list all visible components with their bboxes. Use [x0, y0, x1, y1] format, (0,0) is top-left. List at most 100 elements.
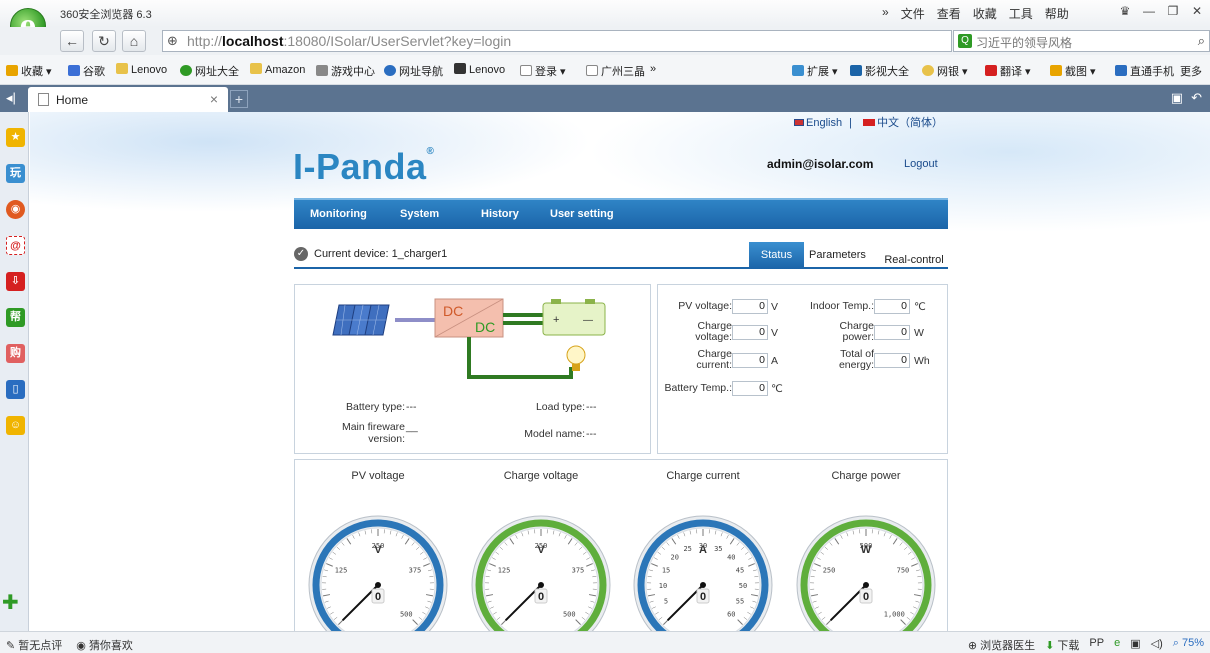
web-page: English | 中文（简体） I-Panda® admin@isolar.c…	[30, 112, 1210, 631]
fav-item[interactable]: Lenovo	[116, 63, 167, 76]
current-device-label: Current device: 1_charger1	[314, 248, 448, 260]
fav-bank[interactable]: 网银 ▾	[922, 63, 968, 79]
charge-voltage-label: Charge voltage:	[695, 320, 732, 343]
undo-icon[interactable]: ↶	[1191, 90, 1202, 106]
charge-current-field: 0	[732, 353, 768, 368]
charge-power-field: 0	[874, 325, 910, 340]
fav-item[interactable]: 游戏中心	[316, 63, 375, 79]
add-sidebar-icon[interactable]: ✚	[2, 590, 26, 618]
tab-home[interactable]: Home ×	[28, 87, 228, 112]
search-suggestion: 习近平的领导风格	[976, 36, 1073, 50]
nav-user-setting[interactable]: User setting	[550, 208, 614, 220]
restore-button[interactable]: ❐	[1162, 2, 1184, 20]
globe-icon	[180, 65, 192, 76]
menu-help[interactable]: 帮助	[1045, 5, 1069, 22]
pp-icon[interactable]: PP	[1089, 637, 1104, 653]
nav-system[interactable]: System	[400, 208, 439, 220]
nav-monitoring[interactable]: Monitoring	[310, 208, 367, 220]
battery-minus: —	[583, 315, 593, 326]
gauge-unit: W	[861, 544, 872, 556]
solar-panel-icon	[332, 304, 390, 336]
new-tab-button[interactable]: +	[230, 90, 248, 108]
url-text: http://localhost:18080/ISolar/UserServle…	[187, 33, 512, 49]
status-download[interactable]: ⬇ 下载	[1045, 637, 1079, 653]
fav-translate[interactable]: 翻译 ▾	[985, 63, 1031, 79]
system-diagram: DC DC + —	[332, 298, 606, 379]
minimize-button[interactable]: —	[1138, 2, 1160, 20]
game-icon[interactable]: 玩	[6, 164, 25, 183]
gauge-tick-label: 500	[400, 610, 413, 618]
ie-icon[interactable]: e	[1114, 637, 1120, 653]
tab-status[interactable]: Status	[749, 242, 804, 269]
help-icon[interactable]: 帮	[6, 308, 25, 327]
chat-icon[interactable]: ☺	[6, 416, 25, 435]
star-icon[interactable]: ★	[6, 128, 25, 147]
menu-more[interactable]: »	[882, 5, 889, 22]
url-field[interactable]: ⊕ http://localhost:18080/ISolar/UserServ…	[162, 30, 1097, 52]
fav-video[interactable]: 影视大全	[850, 63, 909, 79]
folder-icon	[116, 63, 128, 74]
status-like[interactable]: ◉ 猜你喜欢	[76, 637, 133, 653]
gauge-unit: A	[699, 544, 707, 556]
firmware-value: __	[406, 421, 418, 433]
menu-favorites[interactable]: 收藏	[973, 5, 997, 22]
lang-chinese[interactable]: 中文（简体）	[859, 117, 943, 129]
shopping-icon[interactable]: 购	[6, 344, 25, 363]
menu-view[interactable]: 查看	[937, 5, 961, 22]
load-type-label: Load type:	[535, 401, 585, 413]
logout-link[interactable]: Logout	[904, 158, 938, 170]
restore-tab-icon[interactable]: ▣	[1171, 90, 1183, 106]
gauge-value: 0	[375, 591, 381, 603]
gauge-tick-label: 45	[736, 567, 744, 575]
skin-icon[interactable]: ♛	[1114, 2, 1136, 20]
sidebar-toggle-icon[interactable]: ◂|	[6, 90, 16, 106]
menu-tools[interactable]: 工具	[1009, 5, 1033, 22]
fav-screenshot[interactable]: 截图 ▾	[1050, 63, 1096, 79]
zoom-level[interactable]: ⌕ 75%	[1173, 637, 1204, 653]
status-review[interactable]: ✎ 暂无点评	[6, 637, 62, 653]
back-button[interactable]: ←	[60, 30, 84, 52]
fav-phone[interactable]: 直通手机	[1115, 63, 1174, 79]
fav-item[interactable]: 广州三晶	[586, 63, 645, 79]
status-doctor[interactable]: ⊕ 暂无点评浏览器医生	[968, 637, 1035, 653]
total-energy-unit: Wh	[914, 355, 930, 367]
tab-real-control[interactable]: Real-control	[884, 249, 944, 271]
brand-logo: I-Panda®	[293, 146, 435, 187]
load-cable	[467, 337, 573, 379]
search-input[interactable]: Q 习近平的领导风格 ⌕	[953, 30, 1210, 52]
battery-temp-label: Battery Temp.:	[664, 382, 732, 394]
tab-parameters[interactable]: Parameters	[809, 249, 866, 261]
fav-item[interactable]: 谷歌	[68, 63, 105, 79]
fav-item[interactable]: 收藏 ▾	[6, 63, 52, 79]
fav-more-right[interactable]: 更多	[1180, 63, 1202, 79]
gamepad-icon	[316, 65, 328, 76]
fav-more[interactable]: »	[650, 63, 656, 75]
phone-icon	[1115, 65, 1127, 76]
home-button[interactable]: ⌂	[122, 30, 146, 52]
gauge-hub	[863, 582, 869, 588]
weibo-icon[interactable]: ◉	[6, 200, 25, 219]
search-engine-icon[interactable]: Q	[958, 34, 972, 48]
fav-item[interactable]: 网址大全	[180, 63, 239, 79]
sound-icon[interactable]: ◁)	[1151, 637, 1163, 653]
lang-english[interactable]: English	[794, 117, 842, 129]
tab-close-icon[interactable]: ×	[210, 91, 218, 107]
refresh-button[interactable]: ↻	[92, 30, 116, 52]
charge-current-label: Charge current:	[696, 348, 732, 371]
window-icon[interactable]: ▣	[1130, 637, 1140, 653]
fav-extensions[interactable]: 扩展 ▾	[792, 63, 838, 79]
controller-icon: DC DC	[434, 298, 504, 338]
fav-item[interactable]: 网址导航	[384, 63, 443, 79]
mail-icon[interactable]: @	[6, 236, 25, 255]
fav-item[interactable]: 登录 ▾	[520, 63, 566, 79]
close-button[interactable]: ✕	[1186, 2, 1208, 20]
download-icon[interactable]: ⇩	[6, 272, 25, 291]
indoor-temp-label: Indoor Temp.:	[809, 300, 874, 312]
search-icon[interactable]: ⌕	[1198, 33, 1205, 49]
book-icon[interactable]: ▯	[6, 380, 25, 399]
pv-voltage-label: PV voltage:	[678, 300, 732, 312]
nav-history[interactable]: History	[481, 208, 519, 220]
fav-item[interactable]: Amazon	[250, 63, 305, 76]
menu-file[interactable]: 文件	[901, 5, 925, 22]
fav-item[interactable]: Lenovo	[454, 63, 505, 76]
